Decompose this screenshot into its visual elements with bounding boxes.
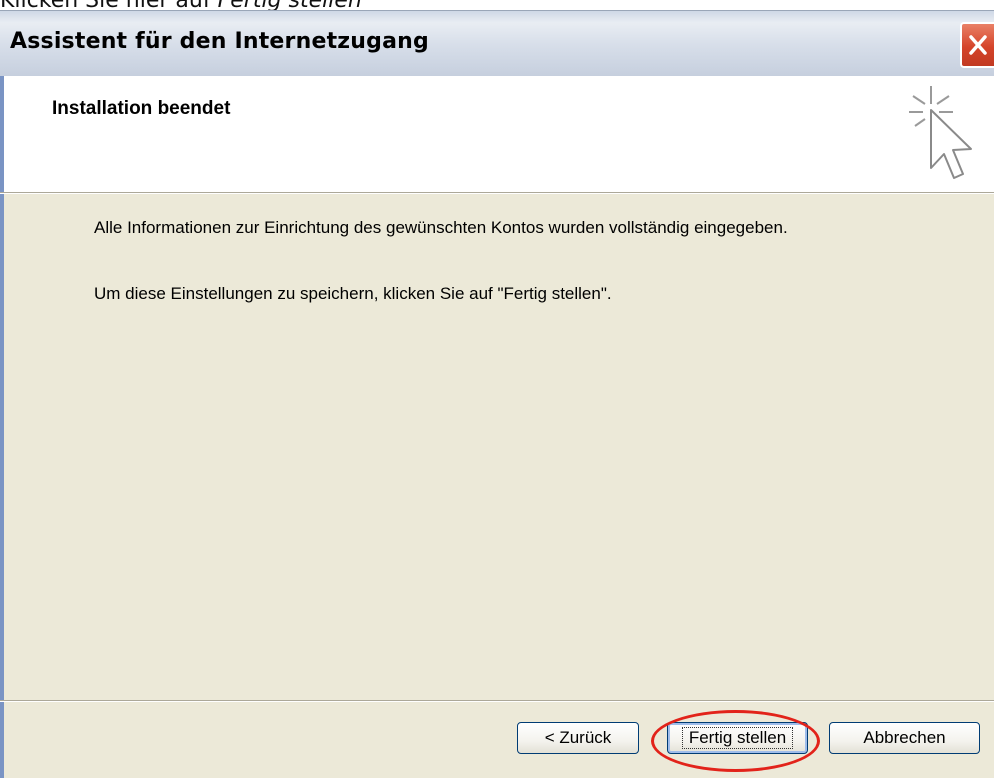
instruction-caption: Klicken Sie hier auf Fertig stellen [0, 0, 362, 12]
finish-button-label: Fertig stellen [681, 727, 794, 749]
wizard-content: Alle Informationen zur Einrichtung des g… [0, 194, 994, 700]
instruction-text: Um diese Einstellungen zu speichern, kli… [94, 284, 612, 303]
page-title: Installation beendet [52, 98, 231, 119]
info-paragraph: Alle Informationen zur Einrichtung des g… [94, 218, 788, 237]
wizard-cursor-icon [909, 86, 972, 179]
window-title: Assistent für den Internetzugang [10, 29, 429, 54]
close-icon [969, 35, 987, 55]
wizard-dialog: Assistent für den Internetzugang Install… [0, 10, 994, 778]
title-bar[interactable]: Assistent für den Internetzugang [0, 10, 994, 76]
instruction-paragraph: Um diese Einstellungen zu speichern, kli… [94, 282, 894, 305]
cancel-button[interactable]: Abbrechen [829, 722, 980, 754]
back-button[interactable]: < Zurück [517, 722, 639, 754]
close-button[interactable] [960, 22, 994, 68]
wizard-header: Installation beendet [0, 76, 994, 192]
finish-button[interactable]: Fertig stellen [667, 722, 808, 754]
